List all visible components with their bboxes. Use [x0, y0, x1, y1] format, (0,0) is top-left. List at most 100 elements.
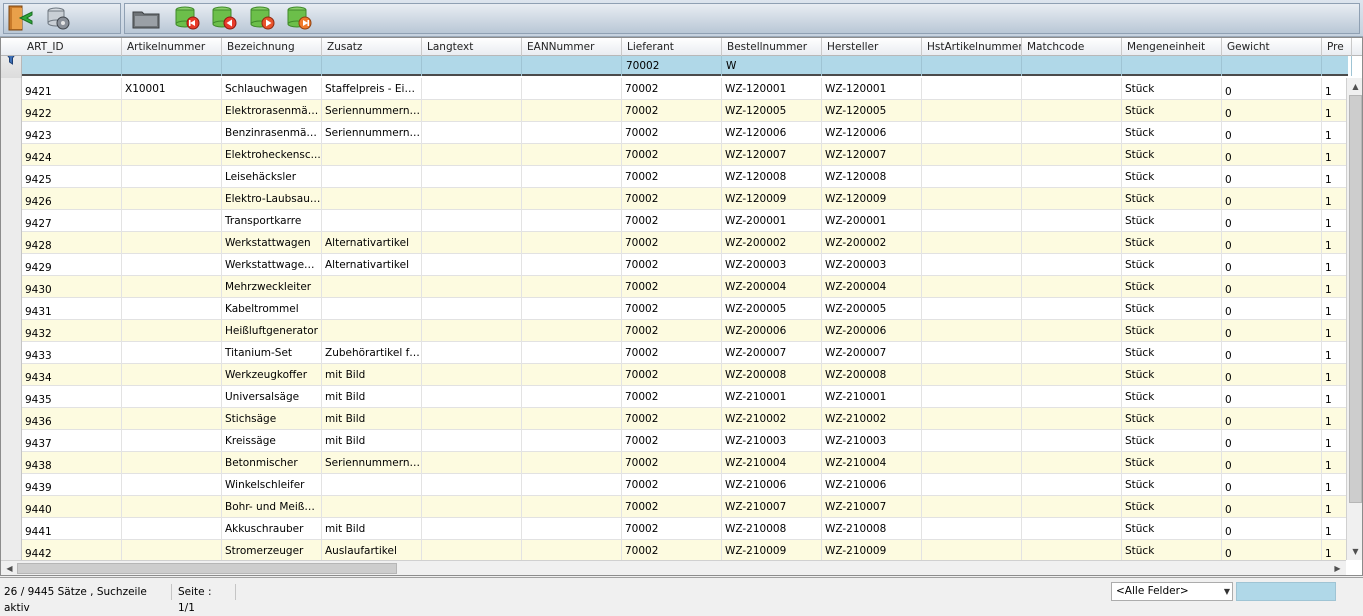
- cell-hersteller[interactable]: WZ-200007: [822, 342, 922, 364]
- cell-artikelnummer[interactable]: [122, 100, 222, 122]
- cell-matchcode[interactable]: [1022, 540, 1122, 560]
- cell-hstartikelnummer[interactable]: [922, 364, 1022, 386]
- cell-langtext[interactable]: [422, 232, 522, 254]
- cell-hstartikelnummer[interactable]: [922, 100, 1022, 122]
- cell-hstartikelnummer[interactable]: [922, 320, 1022, 342]
- scroll-left-icon[interactable]: ◀: [1, 560, 18, 575]
- cell-pre[interactable]: 1: [1322, 78, 1348, 100]
- table-row[interactable]: 9422 Elektrorasenmäher Seriennummernar... 7…: [1, 100, 1348, 122]
- cell-hersteller[interactable]: WZ-210004: [822, 452, 922, 474]
- cell-gewicht[interactable]: 0: [1222, 254, 1322, 276]
- cell-langtext[interactable]: [422, 298, 522, 320]
- cell-bezeichnung[interactable]: Benzinrasenmäher: [222, 122, 322, 144]
- cell-lieferant[interactable]: 70002: [622, 518, 722, 540]
- cell-lieferant[interactable]: 70002: [622, 474, 722, 496]
- row-indicator[interactable]: [1, 320, 22, 342]
- cell-langtext[interactable]: [422, 144, 522, 166]
- cell-bestellnummer[interactable]: WZ-210003: [722, 430, 822, 452]
- cell-lieferant[interactable]: 70002: [622, 276, 722, 298]
- column-header-zusatz[interactable]: Zusatz: [322, 38, 422, 56]
- cell-bestellnummer[interactable]: WZ-210002: [722, 408, 822, 430]
- table-row[interactable]: 9421 X10001 Schlauchwagen Staffelpreis - Ei…: [1, 78, 1348, 100]
- cell-matchcode[interactable]: [1022, 474, 1122, 496]
- cell-lieferant[interactable]: 70002: [622, 496, 722, 518]
- cell-art-id[interactable]: 9424: [22, 144, 122, 166]
- row-indicator[interactable]: [1, 254, 22, 276]
- cell-bezeichnung[interactable]: Schlauchwagen: [222, 78, 322, 100]
- cell-bezeichnung[interactable]: Akkuschrauber: [222, 518, 322, 540]
- cell-eannummer[interactable]: [522, 452, 622, 474]
- cell-bezeichnung[interactable]: Betonmischer: [222, 452, 322, 474]
- cell-pre[interactable]: 1: [1322, 540, 1348, 560]
- cell-zusatz[interactable]: [322, 474, 422, 496]
- cell-bestellnummer[interactable]: WZ-200001: [722, 210, 822, 232]
- cell-mengeneinheit[interactable]: Stück: [1122, 254, 1222, 276]
- cell-bezeichnung[interactable]: Kreissäge: [222, 430, 322, 452]
- cell-hersteller[interactable]: WZ-200006: [822, 320, 922, 342]
- cell-matchcode[interactable]: [1022, 518, 1122, 540]
- cell-gewicht[interactable]: 0: [1222, 78, 1322, 100]
- cell-artikelnummer[interactable]: [122, 364, 222, 386]
- cell-artikelnummer[interactable]: [122, 386, 222, 408]
- column-header-bestellnummer[interactable]: Bestellnummer: [722, 38, 822, 56]
- filter-cell-zusatz[interactable]: [322, 56, 422, 76]
- table-row[interactable]: 9428 Werkstattwagen Alternativartikel 70002…: [1, 232, 1348, 254]
- cell-artikelnummer[interactable]: [122, 452, 222, 474]
- cell-zusatz[interactable]: [322, 298, 422, 320]
- cell-bezeichnung[interactable]: Bohr- und Meißel...: [222, 496, 322, 518]
- table-row[interactable]: 9429 Werkstattwagen ... Alternativartikel 7…: [1, 254, 1348, 276]
- cell-mengeneinheit[interactable]: Stück: [1122, 518, 1222, 540]
- cell-langtext[interactable]: [422, 540, 522, 560]
- cell-hersteller[interactable]: WZ-120009: [822, 188, 922, 210]
- cell-pre[interactable]: 1: [1322, 342, 1348, 364]
- cell-art-id[interactable]: 9428: [22, 232, 122, 254]
- horizontal-scroll-thumb[interactable]: [17, 563, 397, 574]
- table-row[interactable]: 9440 Bohr- und Meißel... 70002 WZ-210007 WZ-…: [1, 496, 1348, 518]
- cell-matchcode[interactable]: [1022, 430, 1122, 452]
- cell-bestellnummer[interactable]: WZ-210001: [722, 386, 822, 408]
- cell-eannummer[interactable]: [522, 496, 622, 518]
- cell-matchcode[interactable]: [1022, 122, 1122, 144]
- cell-langtext[interactable]: [422, 342, 522, 364]
- cell-eannummer[interactable]: [522, 430, 622, 452]
- scroll-up-icon[interactable]: ▲: [1347, 78, 1362, 95]
- cell-pre[interactable]: 1: [1322, 232, 1348, 254]
- table-row[interactable]: 9424 Elektroheckensc... 70002 WZ-120007 WZ-1…: [1, 144, 1348, 166]
- cell-bestellnummer[interactable]: WZ-200002: [722, 232, 822, 254]
- horizontal-scrollbar[interactable]: ◀ ▶: [1, 560, 1346, 575]
- table-row[interactable]: 9432 Heißluftgenerator 70002 WZ-200006 WZ-20…: [1, 320, 1348, 342]
- cell-zusatz[interactable]: [322, 320, 422, 342]
- cell-hstartikelnummer[interactable]: [922, 210, 1022, 232]
- cell-artikelnummer[interactable]: [122, 254, 222, 276]
- cell-art-id[interactable]: 9422: [22, 100, 122, 122]
- filter-cell-eannummer[interactable]: [522, 56, 622, 76]
- cell-hersteller[interactable]: WZ-120006: [822, 122, 922, 144]
- cell-matchcode[interactable]: [1022, 496, 1122, 518]
- row-indicator[interactable]: [1, 452, 22, 474]
- filter-cell-langtext[interactable]: [422, 56, 522, 76]
- cell-lieferant[interactable]: 70002: [622, 430, 722, 452]
- row-indicator[interactable]: [1, 298, 22, 320]
- filter-cell-bezeichnung[interactable]: [222, 56, 322, 76]
- cell-artikelnummer[interactable]: [122, 320, 222, 342]
- vertical-scrollbar[interactable]: ▲ ▼: [1346, 78, 1362, 560]
- table-row[interactable]: 9431 Kabeltrommel 70002 WZ-200005 WZ-200005 S…: [1, 298, 1348, 320]
- cell-artikelnummer[interactable]: [122, 166, 222, 188]
- cell-mengeneinheit[interactable]: Stück: [1122, 144, 1222, 166]
- cell-lieferant[interactable]: 70002: [622, 386, 722, 408]
- cell-eannummer[interactable]: [522, 254, 622, 276]
- cell-hstartikelnummer[interactable]: [922, 386, 1022, 408]
- cell-art-id[interactable]: 9438: [22, 452, 122, 474]
- cell-matchcode[interactable]: [1022, 452, 1122, 474]
- cell-gewicht[interactable]: 0: [1222, 452, 1322, 474]
- cell-zusatz[interactable]: [322, 496, 422, 518]
- first-record-icon[interactable]: [173, 4, 201, 32]
- filter-cell-hersteller[interactable]: [822, 56, 922, 76]
- cell-matchcode[interactable]: [1022, 232, 1122, 254]
- cell-zusatz[interactable]: [322, 276, 422, 298]
- column-header-art-id[interactable]: ART_ID: [22, 38, 122, 56]
- cell-art-id[interactable]: 9426: [22, 188, 122, 210]
- cell-langtext[interactable]: [422, 320, 522, 342]
- cell-hersteller[interactable]: WZ-210003: [822, 430, 922, 452]
- cell-gewicht[interactable]: 0: [1222, 408, 1322, 430]
